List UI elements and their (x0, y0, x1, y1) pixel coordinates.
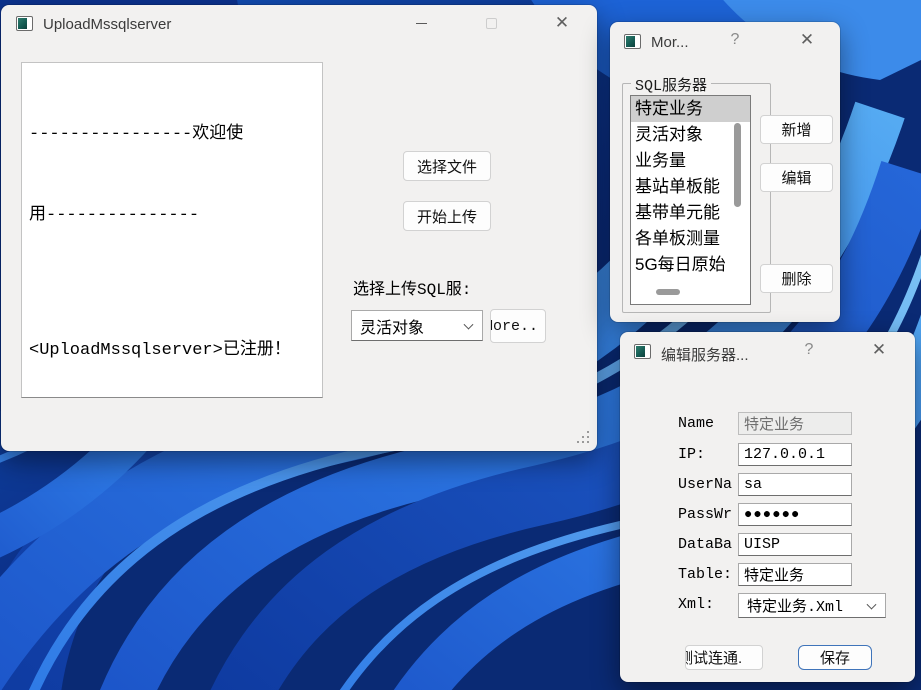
sql-server-group-title: SQL服务器 (631, 74, 712, 95)
delete-server-label: 删除 (781, 271, 812, 288)
delete-server-button[interactable]: 删除 (760, 264, 833, 293)
select-file-button[interactable]: 选择文件 (403, 151, 491, 181)
more-button-label: More.. (491, 317, 539, 335)
save-button[interactable]: 保存 (798, 645, 872, 670)
start-upload-label: 开始上传 (416, 208, 477, 226)
server-list-window-title: Mor... (651, 34, 689, 51)
main-window: UploadMssqlserver ✕ ----------------欢迎使 … (1, 5, 597, 451)
server-list-window: Mor... ? ✕ SQL服务器 特定业务 灵活对象 业务量 基站单板能 基带… (610, 22, 840, 322)
name-value: 特定业务 (744, 417, 805, 434)
log-line: ----------------欢迎使 (29, 125, 244, 144)
sql-server-combobox[interactable]: 灵活对象 (351, 310, 483, 341)
main-titlebar[interactable]: UploadMssqlserver ✕ (1, 5, 597, 41)
close-icon: ✕ (799, 30, 815, 49)
edit-server-button[interactable]: 编辑 (760, 163, 833, 192)
edit-server-window: 编辑服务器... ? ✕ Name 特定业务 IP: UserNa PassWr… (620, 332, 915, 682)
minimize-icon (415, 22, 427, 24)
close-button[interactable]: ✕ (862, 337, 896, 363)
test-connection-label: 测试连通. (686, 650, 743, 667)
start-upload-button[interactable]: 开始上传 (403, 201, 491, 231)
app-icon (624, 34, 641, 49)
help-button[interactable]: ? (718, 27, 752, 53)
add-server-button[interactable]: 新增 (760, 115, 833, 144)
edit-server-titlebar[interactable]: 编辑服务器... ? ✕ (620, 332, 915, 368)
vertical-scrollbar-thumb[interactable] (734, 123, 741, 207)
close-button[interactable]: ✕ (790, 27, 824, 53)
sql-target-label: 选择上传SQL服: (353, 281, 472, 299)
list-item[interactable]: 特定业务 (631, 96, 750, 122)
list-item[interactable]: 各单板测量 (631, 226, 750, 252)
main-window-title: UploadMssqlserver (43, 16, 172, 33)
select-file-label: 选择文件 (416, 158, 477, 176)
ip-field[interactable] (738, 443, 852, 466)
chevron-down-icon (866, 599, 877, 610)
name-label: Name (678, 415, 715, 432)
help-button[interactable]: ? (792, 337, 826, 363)
server-listbox[interactable]: 特定业务 灵活对象 业务量 基站单板能 基带单元能 各单板测量 5G每日原始 (630, 95, 751, 305)
chevron-down-icon (463, 319, 474, 330)
log-line: 用--------------- (29, 206, 200, 225)
add-server-label: 新增 (781, 122, 812, 139)
test-connection-button[interactable]: 测试连通. (685, 645, 763, 670)
username-field[interactable] (738, 473, 852, 496)
password-field[interactable] (738, 503, 852, 526)
resize-grip[interactable] (576, 431, 589, 444)
maximize-button[interactable] (474, 10, 508, 36)
edit-server-label: 编辑 (781, 170, 812, 187)
database-label: DataBa (678, 536, 733, 553)
list-item[interactable]: 5G每日原始 (631, 252, 750, 278)
sql-server-combobox-value: 灵活对象 (360, 319, 425, 337)
minimize-button[interactable] (404, 10, 438, 36)
help-icon: ? (804, 341, 814, 358)
close-icon: ✕ (871, 340, 887, 359)
list-item[interactable]: 基带单元能 (631, 200, 750, 226)
list-item[interactable]: 基站单板能 (631, 174, 750, 200)
help-icon: ? (730, 31, 740, 48)
list-item[interactable]: 业务量 (631, 148, 750, 174)
ip-label: IP: (678, 446, 706, 463)
list-item[interactable]: 灵活对象 (631, 122, 750, 148)
horizontal-scrollbar-thumb[interactable] (656, 289, 680, 295)
database-field[interactable] (738, 533, 852, 556)
log-textarea[interactable]: ----------------欢迎使 用--------------- <Up… (21, 62, 323, 398)
edit-server-window-title: 编辑服务器... (661, 347, 749, 364)
password-label: PassWr (678, 506, 733, 523)
save-label: 保存 (819, 650, 850, 667)
more-button[interactable]: More.. (490, 309, 546, 343)
log-line: <UploadMssqlserver>已注册！ (29, 341, 291, 360)
xml-label: Xml: (678, 596, 715, 613)
name-field: 特定业务 (738, 412, 852, 435)
table-label: Table: (678, 566, 733, 583)
username-label: UserNa (678, 476, 733, 493)
close-icon: ✕ (554, 13, 570, 32)
app-icon (16, 16, 33, 31)
close-button[interactable]: ✕ (545, 10, 579, 36)
app-icon (634, 344, 651, 359)
server-list-titlebar[interactable]: Mor... ? ✕ (610, 22, 840, 58)
maximize-icon (485, 17, 497, 29)
xml-combobox-value: 特定业务.Xml (747, 599, 844, 616)
xml-combobox[interactable]: 特定业务.Xml (738, 593, 886, 618)
table-field[interactable] (738, 563, 852, 586)
